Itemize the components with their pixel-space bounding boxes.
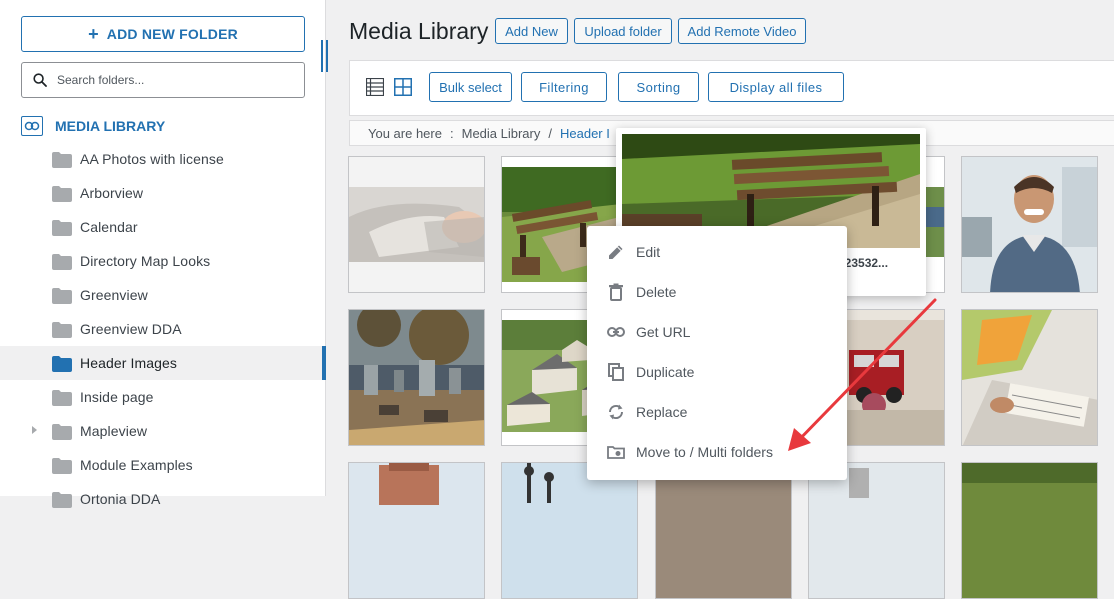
folder-icon xyxy=(52,152,72,168)
folder-label: Greenview xyxy=(80,287,148,303)
upload-folder-button[interactable]: Upload folder xyxy=(574,18,672,44)
folder-label: Calendar xyxy=(80,219,138,235)
media-thumbnail[interactable] xyxy=(655,462,792,599)
breadcrumb-prefix: You are here xyxy=(368,125,442,141)
media-library-root-label: MEDIA LIBRARY xyxy=(55,118,166,134)
folder-item[interactable]: Calendar xyxy=(0,210,326,244)
folder-item[interactable]: Greenview DDA xyxy=(0,312,326,346)
annotation-arrow-icon xyxy=(788,298,937,451)
folder-icon xyxy=(52,254,72,270)
media-thumbnail[interactable] xyxy=(808,462,945,599)
media-thumbnail[interactable] xyxy=(501,462,638,599)
plus-icon: + xyxy=(88,23,99,44)
move-folder-icon xyxy=(607,446,625,459)
folder-icon xyxy=(52,424,72,440)
breadcrumb-current[interactable]: Header I xyxy=(560,126,610,141)
folder-icon xyxy=(52,458,72,474)
folder-item[interactable]: AA Photos with license xyxy=(0,142,326,176)
folder-label: Module Examples xyxy=(80,457,193,473)
media-thumbnail[interactable] xyxy=(961,156,1098,293)
folder-label: Mapleview xyxy=(80,423,148,439)
folder-item[interactable]: Inside page xyxy=(0,380,326,414)
media-thumbnail[interactable] xyxy=(961,462,1098,599)
link-icon xyxy=(607,327,625,337)
menu-item-label: Edit xyxy=(636,244,661,260)
pencil-icon xyxy=(609,245,623,259)
replace-icon xyxy=(608,404,624,420)
bulk-select-button[interactable]: Bulk select xyxy=(429,72,512,102)
add-new-folder-button[interactable]: + ADD NEW FOLDER xyxy=(21,16,305,52)
add-remote-video-button[interactable]: Add Remote Video xyxy=(678,18,806,44)
folder-item[interactable]: Greenview xyxy=(0,278,326,312)
duplicate-icon xyxy=(608,363,624,381)
menu-item-label: Delete xyxy=(636,284,677,300)
breadcrumb-colon: : xyxy=(449,125,454,141)
search-folders-field[interactable] xyxy=(21,62,305,98)
folder-icon xyxy=(52,390,72,406)
menu-item-label: Duplicate xyxy=(636,364,695,380)
page-title: Media Library xyxy=(349,18,489,44)
add-new-folder-label: ADD NEW FOLDER xyxy=(106,26,238,42)
menu-item-edit[interactable]: Edit xyxy=(587,232,847,272)
breadcrumb-slash: / xyxy=(548,125,552,141)
menu-item-label: Move to / Multi folders xyxy=(636,444,773,460)
grid-view-icon[interactable] xyxy=(394,78,412,96)
media-library-logo-icon xyxy=(21,116,43,136)
menu-item-label: Get URL xyxy=(636,324,691,340)
media-thumbnail[interactable] xyxy=(348,156,485,293)
folder-icon xyxy=(52,492,72,508)
media-library-root[interactable]: MEDIA LIBRARY xyxy=(21,114,165,138)
folder-icon xyxy=(52,322,72,338)
folder-icon xyxy=(52,220,72,236)
media-thumbnail[interactable] xyxy=(961,309,1098,446)
folder-sidebar: + ADD NEW FOLDER MEDIA LIBRARY AA Photos… xyxy=(0,0,326,508)
sidebar-resize-handle[interactable] xyxy=(320,40,329,72)
breadcrumb-root[interactable]: Media Library xyxy=(462,126,541,141)
folder-label: Greenview DDA xyxy=(80,321,182,337)
folder-label: AA Photos with license xyxy=(80,151,224,167)
folder-icon xyxy=(52,186,72,202)
display-all-files-button[interactable]: Display all files xyxy=(708,72,844,102)
search-folders-input[interactable] xyxy=(55,72,289,88)
sorting-button[interactable]: Sorting xyxy=(618,72,699,102)
folder-label: Inside page xyxy=(80,389,154,405)
expand-caret-icon[interactable] xyxy=(32,426,37,434)
folder-label: Header Images xyxy=(80,355,178,371)
media-thumbnail[interactable] xyxy=(348,462,485,599)
folder-icon xyxy=(52,356,72,372)
folder-label: Arborview xyxy=(80,185,144,201)
folder-item-active[interactable]: Header Images xyxy=(0,346,326,380)
list-view-icon[interactable] xyxy=(366,78,384,96)
add-new-button[interactable]: Add New xyxy=(495,18,568,44)
filtering-button[interactable]: Filtering xyxy=(521,72,607,102)
folder-label: Ortonia DDA xyxy=(80,491,161,507)
folder-label: Directory Map Looks xyxy=(80,253,211,269)
folder-item[interactable]: Mapleview xyxy=(0,414,326,448)
folder-item[interactable]: Directory Map Looks xyxy=(0,244,326,278)
folder-item[interactable]: Module Examples xyxy=(0,448,326,482)
search-icon xyxy=(33,73,47,87)
folder-icon xyxy=(52,288,72,304)
trash-icon xyxy=(609,283,623,301)
media-thumbnail[interactable] xyxy=(348,309,485,446)
menu-item-label: Replace xyxy=(636,404,688,420)
folder-item[interactable]: Ortonia DDA xyxy=(0,482,326,516)
folder-item[interactable]: Arborview xyxy=(0,176,326,210)
